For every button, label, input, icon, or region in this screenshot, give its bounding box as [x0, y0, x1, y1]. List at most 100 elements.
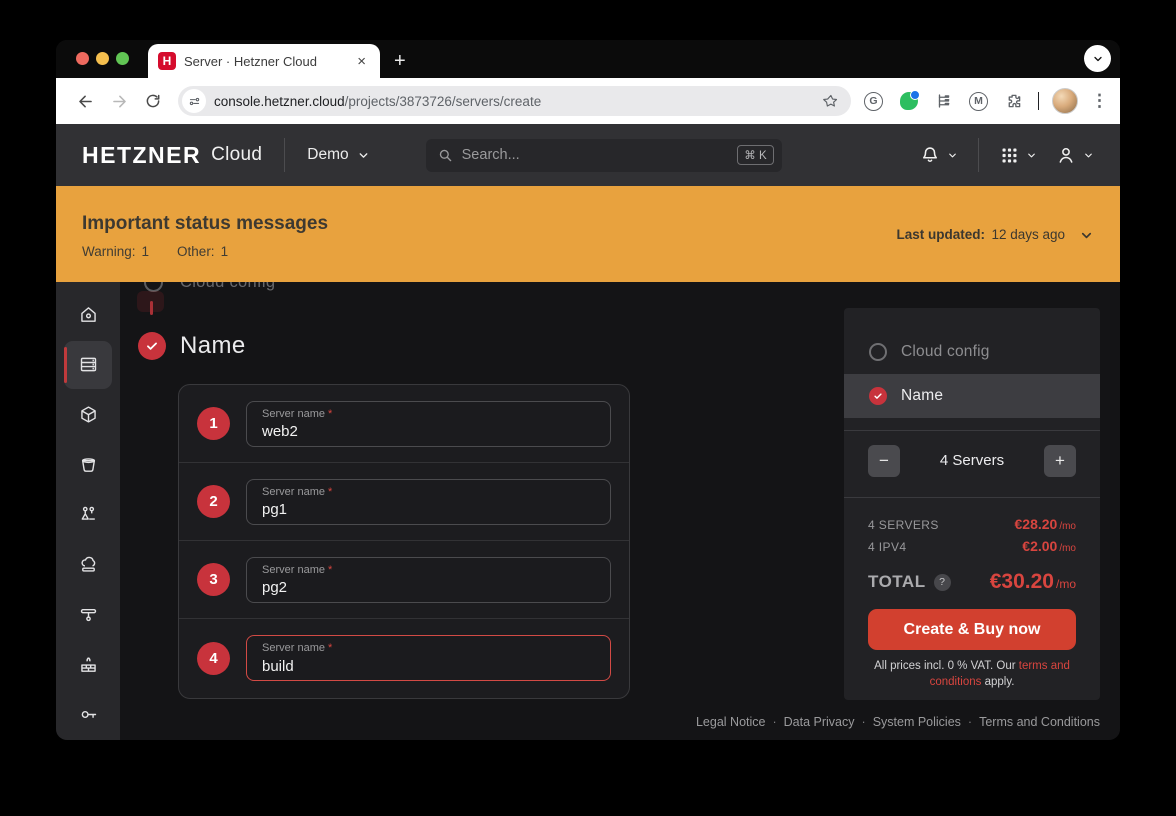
- total-help-icon[interactable]: ?: [934, 574, 951, 591]
- traffic-lights: [76, 52, 129, 65]
- main-area: Cloud config Name 1 Server name: [56, 282, 1120, 740]
- server-name-field-4[interactable]: Server name: [246, 635, 611, 681]
- sidebar-item-floating-ips[interactable]: [64, 540, 112, 588]
- sidebar-item-home[interactable]: [64, 291, 112, 339]
- sidebar-item-load-balancers[interactable]: [64, 491, 112, 539]
- total-per-month: /mo: [1056, 577, 1076, 591]
- sidebar-item-security[interactable]: [64, 690, 112, 738]
- server-name-input-3[interactable]: [262, 578, 600, 598]
- back-button[interactable]: [68, 84, 102, 118]
- chevron-down-icon: [1026, 150, 1037, 161]
- order-summary-panel: Cloud config Name − 4 Servers +: [844, 308, 1100, 700]
- price-value: €2.00: [1022, 538, 1057, 554]
- sidebar-item-servers[interactable]: [64, 341, 112, 389]
- previous-step-cloud-config[interactable]: Cloud config: [144, 282, 275, 292]
- tab-close-icon[interactable]: ×: [353, 52, 370, 71]
- create-server-content: Cloud config Name 1 Server name: [120, 282, 1120, 740]
- sidebar-item-networks[interactable]: [64, 590, 112, 638]
- back-icon: [76, 92, 95, 111]
- grammarly-extension-icon[interactable]: G: [863, 90, 885, 112]
- tree-extension-icon[interactable]: [933, 90, 955, 112]
- global-search[interactable]: ⌘ K: [426, 139, 782, 172]
- vat-notice: All prices incl. 0 % VAT. Our terms and …: [844, 659, 1100, 690]
- browser-tab[interactable]: H Server · Hetzner Cloud ×: [148, 44, 380, 78]
- price-line-ipv4: 4 IPV4 €2.00/mo: [868, 538, 1076, 554]
- footer-separator: ·: [862, 715, 866, 729]
- header-divider: [284, 138, 285, 172]
- legal-notice-link[interactable]: Legal Notice: [696, 715, 766, 729]
- name-section-header: Name: [138, 332, 246, 360]
- bucket-icon: [78, 454, 99, 475]
- summary-step-cloud-config[interactable]: Cloud config: [844, 330, 1100, 374]
- site-settings-icon[interactable]: [182, 89, 206, 113]
- minimize-window-button[interactable]: [96, 52, 109, 65]
- notifications-menu[interactable]: [919, 144, 958, 166]
- field-label: Server name: [262, 642, 332, 654]
- server-name-field-1[interactable]: Server name: [246, 401, 611, 447]
- sidebar-item-firewalls[interactable]: [64, 640, 112, 688]
- browser-menu-button[interactable]: ⋮: [1091, 91, 1108, 111]
- chevron-down-icon: [947, 150, 958, 161]
- evernote-extension-icon[interactable]: [898, 90, 920, 112]
- m-circle-extension-icon[interactable]: M: [968, 90, 990, 112]
- create-and-buy-button[interactable]: Create & Buy now: [868, 609, 1076, 650]
- field-label: Server name: [262, 408, 332, 420]
- terms-and-conditions-link[interactable]: Terms and Conditions: [979, 715, 1100, 729]
- star-icon: [822, 93, 839, 110]
- price-per-month: /mo: [1059, 543, 1076, 554]
- system-policies-link[interactable]: System Policies: [873, 715, 961, 729]
- project-selector[interactable]: Demo: [307, 146, 369, 164]
- total-label: TOTAL: [868, 572, 926, 592]
- key-icon: [78, 704, 99, 725]
- servers-icon: [78, 354, 99, 375]
- reload-button[interactable]: [136, 84, 170, 118]
- extensions-puzzle-icon[interactable]: [1003, 90, 1025, 112]
- server-name-row-2: 2 Server name: [179, 463, 629, 541]
- server-name-input-1[interactable]: [262, 422, 600, 442]
- tab-search-button[interactable]: [1084, 45, 1111, 72]
- sidebar-item-buckets[interactable]: [64, 441, 112, 489]
- field-label: Server name: [262, 486, 332, 498]
- server-number-badge: 3: [197, 563, 230, 596]
- banner-expand-chevron-icon[interactable]: [1079, 228, 1094, 243]
- server-count-stepper: − 4 Servers +: [844, 431, 1100, 491]
- summary-step-name[interactable]: Name: [844, 374, 1100, 418]
- step-connector-line: [150, 301, 153, 315]
- browser-window: H Server · Hetzner Cloud × + console.het…: [56, 40, 1120, 740]
- last-updated-value: 12 days ago: [991, 227, 1065, 242]
- server-name-field-3[interactable]: Server name: [246, 557, 611, 603]
- hetzner-favicon: H: [158, 52, 176, 70]
- apps-menu[interactable]: [999, 145, 1037, 166]
- profile-avatar[interactable]: [1052, 88, 1078, 114]
- url-path: /projects/3873726/servers/create: [345, 94, 542, 109]
- account-menu[interactable]: [1055, 144, 1094, 166]
- section-title: Name: [180, 332, 246, 360]
- other-label: Other:: [177, 244, 215, 259]
- total-price: €30.20: [990, 570, 1054, 593]
- hetzner-logo[interactable]: HETZNER: [82, 142, 201, 169]
- total-line: TOTAL ? €30.20/mo: [868, 570, 1076, 594]
- app-header: HETZNER Cloud Demo ⌘ K: [56, 124, 1120, 186]
- price-value: €28.20: [1015, 516, 1058, 532]
- search-input[interactable]: [462, 147, 729, 163]
- data-privacy-link[interactable]: Data Privacy: [784, 715, 855, 729]
- reload-icon: [144, 92, 162, 110]
- server-name-input-2[interactable]: [262, 500, 600, 520]
- server-name-field-2[interactable]: Server name: [246, 479, 611, 525]
- user-icon: [1055, 144, 1077, 166]
- zoom-window-button[interactable]: [116, 52, 129, 65]
- tab-title: Server · Hetzner Cloud: [184, 54, 345, 69]
- decrease-servers-button[interactable]: −: [868, 445, 900, 477]
- cube-icon: [78, 404, 99, 425]
- server-name-input-4[interactable]: [262, 656, 600, 676]
- url-bar[interactable]: console.hetzner.cloud/projects/3873726/s…: [178, 86, 851, 116]
- new-tab-button[interactable]: +: [394, 51, 406, 71]
- forward-button[interactable]: [102, 84, 136, 118]
- price-per-month: /mo: [1059, 521, 1076, 532]
- sidebar-item-volumes[interactable]: [64, 391, 112, 439]
- warning-count: 1: [142, 244, 150, 259]
- banner-last-updated: Last updated: 12 days ago: [896, 226, 1094, 244]
- bookmark-star-button[interactable]: [822, 93, 839, 110]
- close-window-button[interactable]: [76, 52, 89, 65]
- increase-servers-button[interactable]: +: [1044, 445, 1076, 477]
